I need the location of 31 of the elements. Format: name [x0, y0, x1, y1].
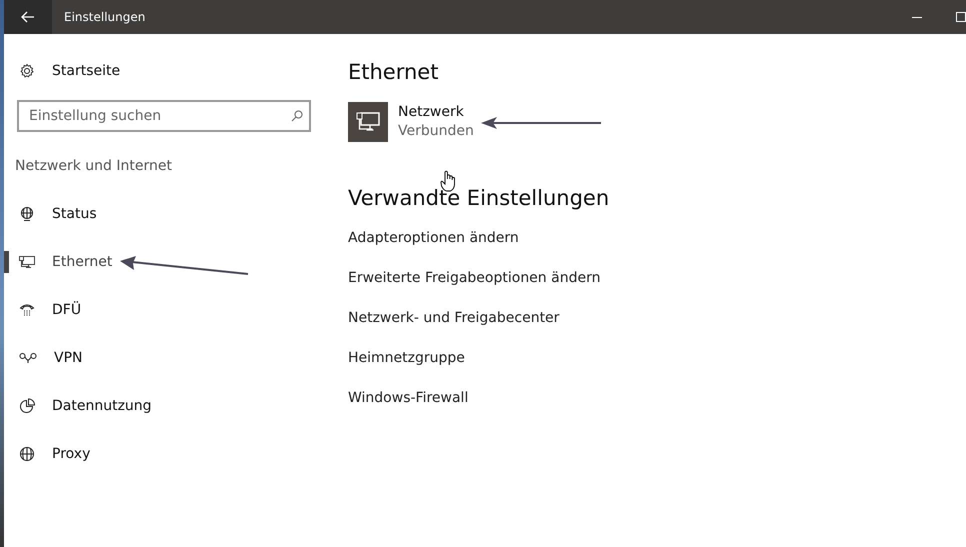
pie-chart-icon	[19, 398, 35, 414]
window-title: Einstellungen	[64, 10, 146, 24]
settings-link[interactable]: Erweiterte Freigabeoptionen ändern	[348, 258, 610, 298]
maximize-icon	[956, 12, 966, 22]
back-arrow-icon	[21, 11, 35, 23]
settings-icon	[19, 63, 35, 79]
page-heading: Ethernet	[348, 60, 440, 84]
network-icon	[348, 102, 388, 142]
monitor-icon	[19, 255, 35, 269]
sidebar-item[interactable]: DFÜ	[4, 286, 334, 334]
sidebar-item[interactable]: Ethernet	[4, 238, 334, 286]
vpn-icon	[19, 352, 37, 364]
network-item[interactable]: Netzwerk Verbunden	[348, 102, 610, 142]
section-heading: Verwandte Einstellungen	[348, 186, 610, 210]
globe-icon	[19, 446, 35, 462]
sidebar-item[interactable]: Proxy	[4, 430, 334, 478]
sidebar-item[interactable]: Datennutzung	[4, 382, 334, 430]
sidebar-item[interactable]: VPN	[4, 334, 334, 382]
search-icon	[291, 110, 303, 122]
selection-indicator	[4, 251, 9, 273]
sidebar-item[interactable]: Status	[4, 190, 334, 238]
category-label: Netzwerk und Internet	[15, 158, 173, 174]
settings-link[interactable]: Adapteroptionen ändern	[348, 218, 610, 258]
globe-monitor-icon	[19, 206, 35, 222]
search-field[interactable]: Einstellung suchen	[17, 100, 311, 132]
settings-link[interactable]: Netzwerk- und Freigabecenter	[348, 298, 610, 338]
settings-link[interactable]: Windows-Firewall	[348, 378, 610, 418]
back-button[interactable]	[4, 0, 52, 34]
phone-icon	[19, 303, 35, 317]
home-link[interactable]: Startseite	[19, 61, 334, 81]
settings-link[interactable]: Heimnetzgruppe	[348, 338, 610, 378]
